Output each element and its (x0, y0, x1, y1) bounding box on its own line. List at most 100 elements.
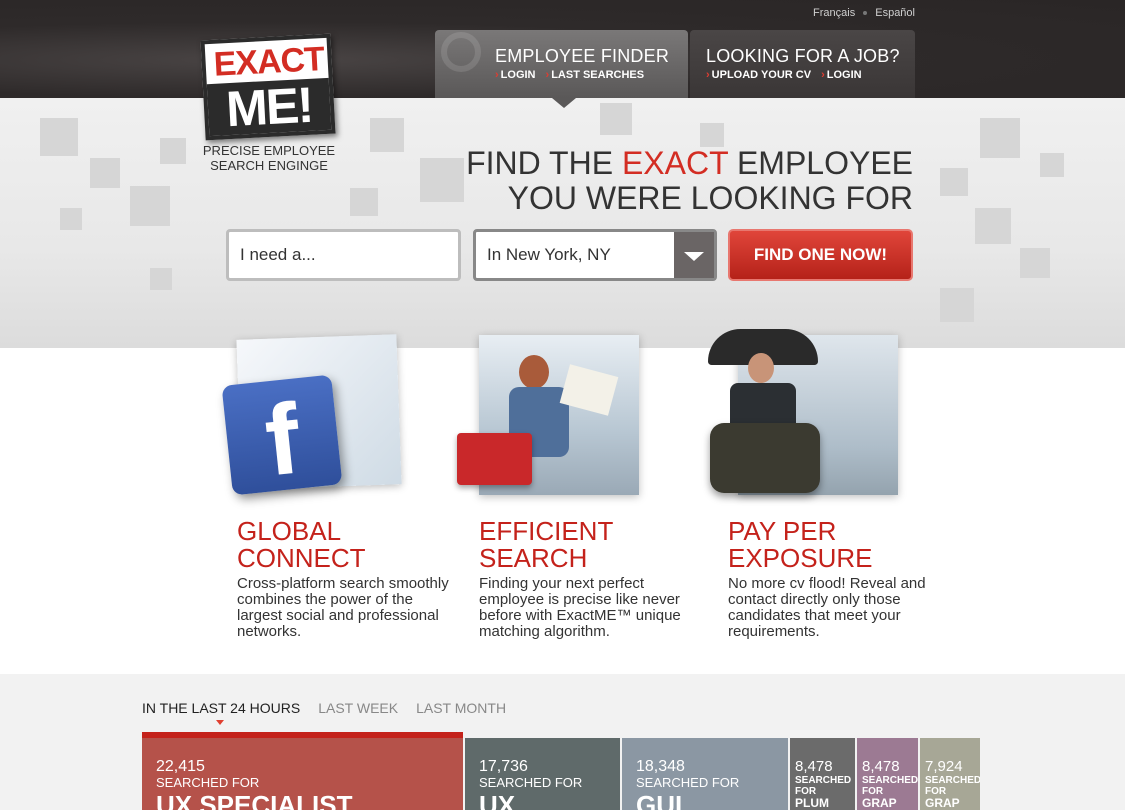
feature-title-line1: PAY PER (728, 516, 837, 546)
tab-employee-finder[interactable]: EMPLOYEE FINDER › LOGIN › LAST SEARCHES (435, 30, 688, 98)
facebook-icon: f (221, 374, 343, 497)
bg-square (940, 288, 974, 322)
stat-tile[interactable]: 17,736 SEARCHED FOR UX (465, 738, 620, 810)
briefcase-icon (457, 433, 532, 485)
bg-square (350, 188, 378, 216)
person-head (519, 355, 549, 389)
feature-title-line1: EFFICIENT (479, 516, 614, 546)
feature-title-line2: SEARCH (479, 543, 588, 573)
feature-image: f (221, 334, 427, 505)
tab-last-24-hours[interactable]: IN THE LAST 24 HOURS (142, 700, 300, 716)
bg-square (1040, 153, 1064, 177)
stat-count: 17,736 (479, 758, 528, 775)
tab-employee-links: › LOGIN › LAST SEARCHES (495, 69, 688, 81)
person-head (748, 353, 774, 383)
hero-headline: FIND THE EXACT EMPLOYEE YOU WERE LOOKING… (466, 146, 913, 216)
magnifier-icon (441, 32, 481, 72)
tab-job-title: LOOKING FOR A JOB? (706, 46, 900, 66)
tab-employee-title: EMPLOYEE FINDER (495, 46, 670, 66)
bg-square (160, 138, 186, 164)
feature-image (708, 329, 908, 505)
stat-count: 7,924 (925, 758, 963, 775)
arrow-icon: › (495, 69, 499, 81)
stat-term: UX (479, 790, 516, 810)
stat-count: 8,478 (862, 758, 900, 775)
stat-label: SEARCHED FOR (925, 775, 980, 797)
feature-description: Finding your next perfect employee is pr… (479, 575, 681, 640)
bg-square (90, 158, 120, 188)
tab-last-month[interactable]: LAST MONTH (416, 700, 506, 716)
bg-square (940, 168, 968, 196)
stat-tile[interactable]: 7,924 SEARCHED FOR GRAP (920, 738, 980, 810)
bg-square (700, 123, 724, 147)
employee-login-link[interactable]: › LOGIN (495, 69, 536, 81)
bg-square (980, 118, 1020, 158)
location-select[interactable]: In New York, NY (473, 229, 717, 281)
bg-square (600, 103, 632, 135)
feature-title-line2: CONNECT (237, 543, 366, 573)
stat-count: 22,415 (156, 758, 205, 775)
tab-last-week[interactable]: LAST WEEK (318, 700, 398, 716)
headline-pre: FIND THE (466, 145, 622, 181)
bg-square (975, 208, 1011, 244)
headline-post: EMPLOYEE (728, 145, 913, 181)
feature-title: GLOBAL CONNECT (237, 518, 477, 572)
feature-description: Cross-platform search smoothly combines … (237, 575, 449, 640)
headline-line2: YOU WERE LOOKING FOR (507, 180, 913, 216)
logo-tagline: PRECISE EMPLOYEE SEARCH ENGINGE (200, 143, 338, 173)
bg-square (60, 208, 82, 230)
job-login-link[interactable]: › LOGIN (821, 69, 862, 81)
need-input[interactable]: I need a... (226, 229, 461, 281)
stat-tile[interactable]: 8,478 SEARCHED FOR PLUM (790, 738, 855, 810)
stat-label: SEARCHED FOR (156, 775, 260, 790)
lang-spanish[interactable]: Español (875, 7, 915, 19)
arrow-icon: › (545, 69, 550, 81)
stat-tile[interactable]: 22,415 SEARCHED FOR UX SPECIALIST (142, 738, 463, 810)
lang-french[interactable]: Français (813, 7, 855, 19)
stat-tile[interactable]: 18,348 SEARCHED FOR GUI (622, 738, 788, 810)
stat-tile[interactable]: 8,478 SEARCHED FOR GRAP (857, 738, 918, 810)
bg-square (130, 186, 170, 226)
headline-highlight: EXACT (621, 145, 729, 181)
find-one-now-button[interactable]: FIND ONE NOW! (728, 229, 913, 281)
headline-line1: FIND THE EXACT EMPLOYEE (466, 146, 913, 181)
stat-label: SEARCHED FOR (636, 775, 740, 790)
stat-count: 8,478 (795, 758, 833, 775)
chevron-down-icon[interactable] (674, 232, 714, 278)
tagline-line2: SEARCH ENGINGE (210, 158, 328, 173)
stat-term: GUI (636, 790, 683, 810)
job-login-label: LOGIN (826, 69, 862, 81)
bg-square (1020, 248, 1050, 278)
language-switcher: Français Español (813, 7, 915, 19)
bg-square (40, 118, 78, 156)
stat-label: SEARCHED FOR (795, 775, 852, 797)
armchair-icon (710, 423, 820, 493)
stats-period-tabs: IN THE LAST 24 HOURS LAST WEEK LAST MONT… (142, 700, 506, 716)
feature-title: EFFICIENT SEARCH (479, 518, 719, 572)
location-value: In New York, NY (487, 245, 611, 264)
separator-dot (863, 11, 868, 15)
active-tab-pointer (552, 98, 576, 108)
tab-job-links: › UPLOAD YOUR CV › LOGIN (706, 69, 915, 81)
bg-square (420, 158, 464, 202)
stat-label: SEARCHED FOR (862, 775, 918, 797)
feature-title-line2: EXPOSURE (728, 543, 873, 573)
hero-section (0, 98, 1125, 348)
arrow-icon: › (706, 69, 710, 81)
stat-term: GRAP (925, 796, 960, 810)
arrow-icon: › (821, 69, 825, 81)
bg-square (370, 118, 404, 152)
stat-term: UX SPECIALIST (156, 790, 353, 810)
feature-image (457, 335, 679, 505)
last-searches-link[interactable]: › LAST SEARCHES (546, 69, 645, 81)
tab-looking-for-job[interactable]: LOOKING FOR A JOB? › UPLOAD YOUR CV › LOGI… (690, 30, 915, 98)
top-bar: Français Español EMPLOYEE FINDER › LOGIN … (0, 0, 1125, 98)
logo-word-me: ME! (206, 77, 332, 137)
stat-term: GRAP (862, 796, 897, 810)
upload-cv-link[interactable]: › UPLOAD YOUR CV (706, 69, 811, 81)
upload-cv-label: UPLOAD YOUR CV (711, 69, 812, 81)
last-searches-label: LAST SEARCHES (551, 69, 645, 81)
employee-login-label: LOGIN (500, 69, 536, 81)
exactme-logo[interactable]: EXACT ME! (200, 33, 336, 141)
tagline-line1: PRECISE EMPLOYEE (202, 143, 336, 158)
